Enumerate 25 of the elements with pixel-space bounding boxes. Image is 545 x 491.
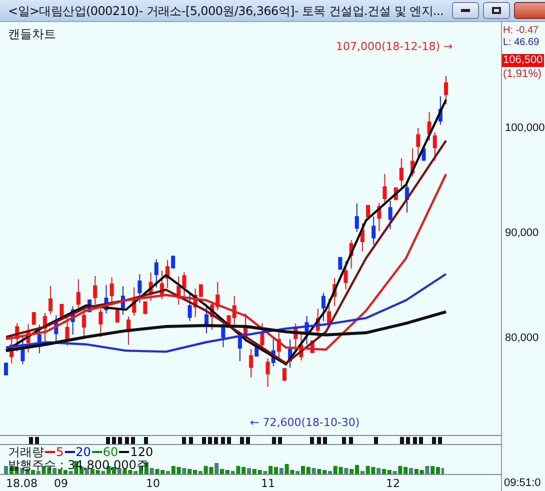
date-axis-label: 11	[261, 476, 275, 491]
legend-item: 5	[44, 445, 64, 459]
low-price-note: ← 72,600(18-10-30)	[250, 415, 360, 431]
date-axis-label: 10	[146, 476, 160, 491]
high-value: H: -0.47	[503, 25, 539, 37]
time-label: 09:51:0	[503, 476, 541, 491]
legend-item: 60	[90, 445, 118, 459]
chart-title: 캔들차트	[8, 26, 56, 43]
price-axis-label: 90,000	[505, 226, 539, 241]
price-axis-label: 80,000	[505, 331, 539, 346]
minimize-button[interactable]	[452, 2, 479, 19]
current-price-tag: 106,500	[502, 54, 544, 67]
change-rate: (1,91%)	[503, 68, 542, 81]
legend-item: 120	[118, 445, 154, 459]
volume-label: 거래량	[8, 445, 44, 459]
date-axis-label: 09	[54, 476, 68, 491]
price-axis-label: 100,000	[505, 121, 545, 136]
window-title: <일>대림산업(000210)- 거래소-[5,000원/36,366억]- 토목 건설업.건설 및 엔지...	[8, 2, 444, 20]
high-price-note: 107,000(18-12-18) →	[336, 39, 453, 55]
date-axis-label: 18.08	[6, 476, 38, 491]
maximize-button[interactable]	[482, 2, 510, 19]
legend-item: 20	[64, 445, 91, 459]
date-axis-label: 12	[386, 476, 400, 491]
close-button[interactable]	[514, 2, 545, 19]
low-value: L: 46.69	[503, 37, 540, 49]
